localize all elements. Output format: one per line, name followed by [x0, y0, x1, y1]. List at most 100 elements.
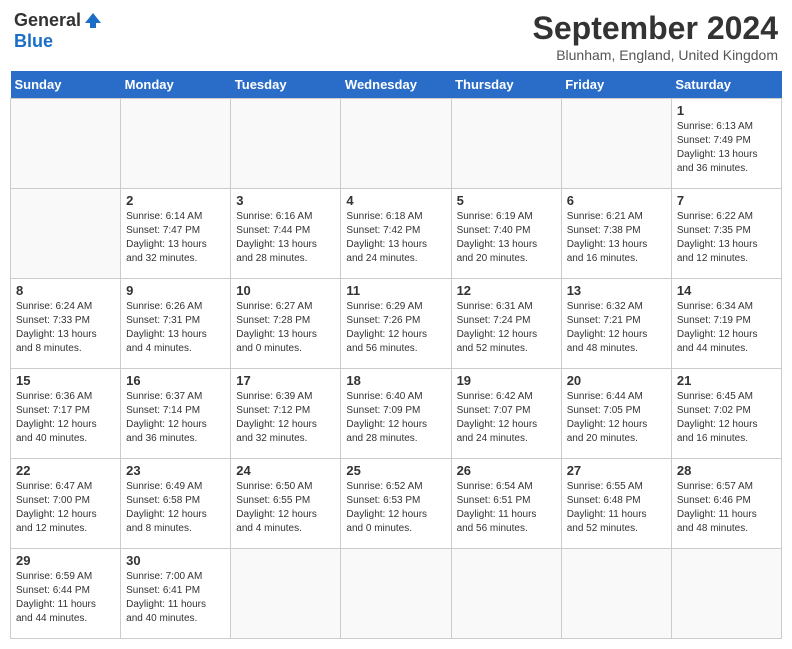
calendar-day: 16Sunrise: 6:37 AMSunset: 7:14 PMDayligh… [121, 369, 231, 459]
calendar-day: 26Sunrise: 6:54 AMSunset: 6:51 PMDayligh… [451, 459, 561, 549]
week-row: 2 Sunrise: 6:14 AMSunset: 7:47 PMDaylight… [11, 189, 782, 279]
day-number: 13 [567, 283, 666, 298]
calendar-day: 4 Sunrise: 6:18 AMSunset: 7:42 PMDaylight… [341, 189, 451, 279]
day-number: 24 [236, 463, 335, 478]
day-number: 30 [126, 553, 225, 568]
day-info: Sunrise: 6:44 AMSunset: 7:05 PMDaylight:… [567, 390, 666, 446]
day-number: 1 [677, 103, 776, 118]
day-info: Sunrise: 6:39 AMSunset: 7:12 PMDaylight:… [236, 390, 335, 446]
day-info: Sunrise: 6:31 AMSunset: 7:24 PMDaylight:… [457, 300, 556, 356]
day-number: 7 [677, 193, 776, 208]
empty-day [341, 99, 451, 189]
day-info: Sunrise: 6:16 AMSunset: 7:44 PMDaylight:… [236, 210, 335, 266]
day-number: 15 [16, 373, 115, 388]
calendar-day [671, 549, 781, 639]
title-section: September 2024 Blunham, England, United … [533, 10, 778, 63]
calendar-day: 3 Sunrise: 6:16 AMSunset: 7:44 PMDaylight… [231, 189, 341, 279]
day-info: Sunrise: 6:47 AMSunset: 7:00 PMDaylight:… [16, 480, 115, 536]
empty-day [561, 99, 671, 189]
calendar-day: 15Sunrise: 6:36 AMSunset: 7:17 PMDayligh… [11, 369, 121, 459]
logo: General Blue [14, 10, 103, 52]
calendar-day: 14Sunrise: 6:34 AMSunset: 7:19 PMDayligh… [671, 279, 781, 369]
day-of-week-header: Sunday [11, 71, 121, 99]
day-info: Sunrise: 6:22 AMSunset: 7:35 PMDaylight:… [677, 210, 776, 266]
day-of-week-header: Friday [561, 71, 671, 99]
calendar-day: 10 Sunrise: 6:27 AMSunset: 7:28 PMDayligh… [231, 279, 341, 369]
logo-general-text: General [14, 10, 81, 31]
day-info: Sunrise: 6:55 AMSunset: 6:48 PMDaylight:… [567, 480, 666, 536]
week-row: 15Sunrise: 6:36 AMSunset: 7:17 PMDayligh… [11, 369, 782, 459]
day-info: Sunrise: 6:40 AMSunset: 7:09 PMDaylight:… [346, 390, 445, 446]
day-of-week-header: Tuesday [231, 71, 341, 99]
day-number: 28 [677, 463, 776, 478]
day-info: Sunrise: 6:13 AMSunset: 7:49 PMDaylight:… [677, 120, 776, 176]
week-row: 1 Sunrise: 6:13 AMSunset: 7:49 PMDaylight… [11, 99, 782, 189]
calendar-day: 2 Sunrise: 6:14 AMSunset: 7:47 PMDaylight… [121, 189, 231, 279]
day-number: 16 [126, 373, 225, 388]
calendar-day: 19Sunrise: 6:42 AMSunset: 7:07 PMDayligh… [451, 369, 561, 459]
calendar-day: 6 Sunrise: 6:21 AMSunset: 7:38 PMDaylight… [561, 189, 671, 279]
calendar-day: 9Sunrise: 6:26 AMSunset: 7:31 PMDaylight… [121, 279, 231, 369]
logo-blue-text: Blue [14, 31, 53, 52]
day-info: Sunrise: 6:50 AMSunset: 6:55 PMDaylight:… [236, 480, 335, 536]
day-of-week-header: Saturday [671, 71, 781, 99]
day-info: Sunrise: 6:27 AMSunset: 7:28 PMDaylight:… [236, 300, 335, 356]
day-of-week-header: Monday [121, 71, 231, 99]
day-info: Sunrise: 6:19 AMSunset: 7:40 PMDaylight:… [457, 210, 556, 266]
calendar-day: 7 Sunrise: 6:22 AMSunset: 7:35 PMDaylight… [671, 189, 781, 279]
location-text: Blunham, England, United Kingdom [533, 47, 778, 63]
day-number: 8 [16, 283, 115, 298]
calendar-day: 29Sunrise: 6:59 AMSunset: 6:44 PMDayligh… [11, 549, 121, 639]
day-info: Sunrise: 6:32 AMSunset: 7:21 PMDaylight:… [567, 300, 666, 356]
calendar-day: 18 Sunrise: 6:40 AMSunset: 7:09 PMDayligh… [341, 369, 451, 459]
day-number: 18 [346, 373, 445, 388]
day-number: 4 [346, 193, 445, 208]
calendar-day: 5 Sunrise: 6:19 AMSunset: 7:40 PMDaylight… [451, 189, 561, 279]
day-number: 5 [457, 193, 556, 208]
day-number: 2 [126, 193, 225, 208]
week-row: 8Sunrise: 6:24 AMSunset: 7:33 PMDaylight… [11, 279, 782, 369]
day-info: Sunrise: 6:14 AMSunset: 7:47 PMDaylight:… [126, 210, 225, 266]
calendar-day: 20Sunrise: 6:44 AMSunset: 7:05 PMDayligh… [561, 369, 671, 459]
empty-day [451, 99, 561, 189]
calendar-day: 23Sunrise: 6:49 AMSunset: 6:58 PMDayligh… [121, 459, 231, 549]
day-info: Sunrise: 7:00 AMSunset: 6:41 PMDaylight:… [126, 570, 225, 626]
day-number: 11 [346, 283, 445, 298]
calendar-day: 12 Sunrise: 6:31 AMSunset: 7:24 PMDayligh… [451, 279, 561, 369]
day-info: Sunrise: 6:49 AMSunset: 6:58 PMDaylight:… [126, 480, 225, 536]
calendar-day [561, 549, 671, 639]
day-number: 21 [677, 373, 776, 388]
day-info: Sunrise: 6:57 AMSunset: 6:46 PMDaylight:… [677, 480, 776, 536]
calendar-day: 28 Sunrise: 6:57 AMSunset: 6:46 PMDayligh… [671, 459, 781, 549]
day-number: 6 [567, 193, 666, 208]
day-number: 25 [346, 463, 445, 478]
day-info: Sunrise: 6:18 AMSunset: 7:42 PMDaylight:… [346, 210, 445, 266]
week-row: 29Sunrise: 6:59 AMSunset: 6:44 PMDayligh… [11, 549, 782, 639]
day-number: 29 [16, 553, 115, 568]
day-number: 9 [126, 283, 225, 298]
empty-day [121, 99, 231, 189]
day-number: 26 [457, 463, 556, 478]
calendar-day: 30 Sunrise: 7:00 AMSunset: 6:41 PMDayligh… [121, 549, 231, 639]
calendar-day: 25Sunrise: 6:52 AMSunset: 6:53 PMDayligh… [341, 459, 451, 549]
empty-day [231, 99, 341, 189]
day-number: 10 [236, 283, 335, 298]
day-info: Sunrise: 6:34 AMSunset: 7:19 PMDaylight:… [677, 300, 776, 356]
day-number: 3 [236, 193, 335, 208]
day-number: 12 [457, 283, 556, 298]
day-number: 17 [236, 373, 335, 388]
day-info: Sunrise: 6:21 AMSunset: 7:38 PMDaylight:… [567, 210, 666, 266]
month-title: September 2024 [533, 10, 778, 47]
empty-day [11, 189, 121, 279]
calendar-day: 22Sunrise: 6:47 AMSunset: 7:00 PMDayligh… [11, 459, 121, 549]
page-header: General Blue September 2024 Blunham, Eng… [10, 10, 782, 63]
day-info: Sunrise: 6:29 AMSunset: 7:26 PMDaylight:… [346, 300, 445, 356]
calendar-day: 1 Sunrise: 6:13 AMSunset: 7:49 PMDaylight… [671, 99, 781, 189]
day-info: Sunrise: 6:45 AMSunset: 7:02 PMDaylight:… [677, 390, 776, 446]
day-of-week-header: Thursday [451, 71, 561, 99]
calendar-day: 27Sunrise: 6:55 AMSunset: 6:48 PMDayligh… [561, 459, 671, 549]
day-of-week-header: Wednesday [341, 71, 451, 99]
calendar-day: 24 Sunrise: 6:50 AMSunset: 6:55 PMDayligh… [231, 459, 341, 549]
day-number: 19 [457, 373, 556, 388]
calendar-day: 8Sunrise: 6:24 AMSunset: 7:33 PMDaylight… [11, 279, 121, 369]
